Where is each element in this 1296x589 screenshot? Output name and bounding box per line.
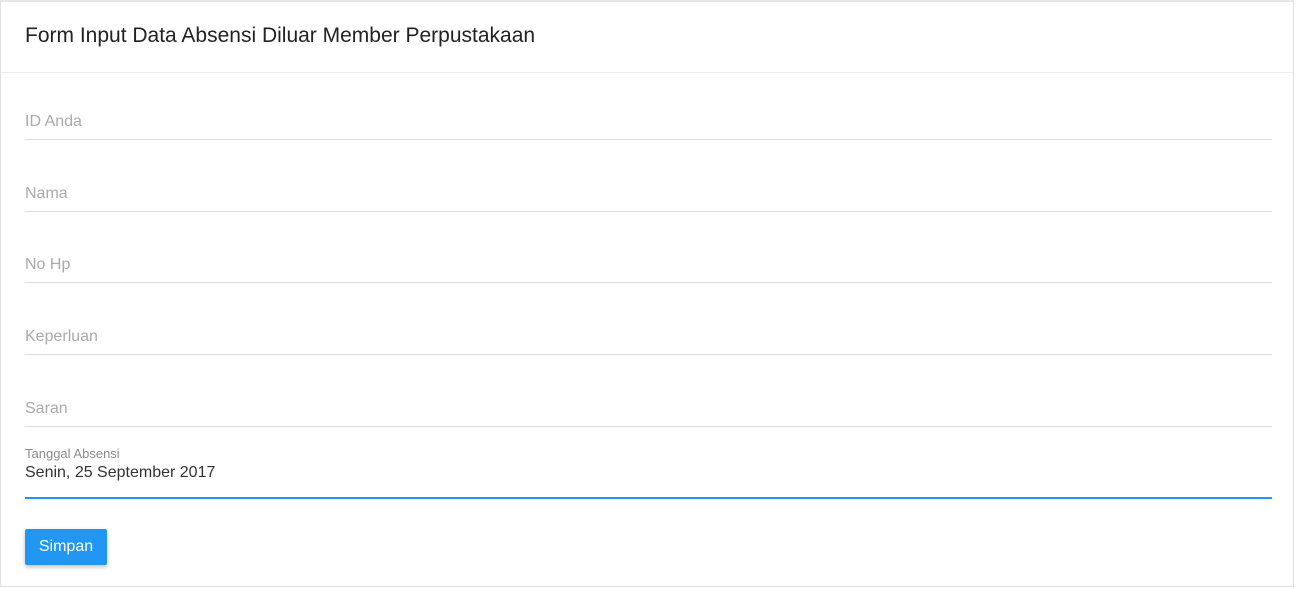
card-header: Form Input Data Absensi Diluar Member Pe… — [1, 2, 1293, 73]
nohp-input[interactable] — [25, 256, 1272, 274]
simpan-button[interactable]: Simpan — [25, 529, 107, 565]
tanggal-absensi-label: Tanggal Absensi — [25, 446, 120, 461]
nohp-field — [25, 238, 1272, 283]
page-title: Form Input Data Absensi Diluar Member Pe… — [25, 24, 536, 47]
tanggal-absensi-field[interactable]: Tanggal Absensi Senin, 25 September 2017 — [25, 446, 1272, 499]
keperluan-field — [25, 310, 1272, 355]
id-field — [25, 94, 1272, 140]
tanggal-absensi-value[interactable]: Senin, 25 September 2017 — [25, 464, 215, 482]
id-input[interactable] — [25, 113, 1272, 131]
nama-field — [25, 166, 1272, 212]
keperluan-input[interactable] — [25, 328, 1272, 346]
saran-input[interactable] — [25, 400, 1272, 418]
saran-field — [25, 382, 1272, 427]
nama-input[interactable] — [25, 185, 1272, 203]
form-card: Form Input Data Absensi Diluar Member Pe… — [0, 0, 1294, 587]
